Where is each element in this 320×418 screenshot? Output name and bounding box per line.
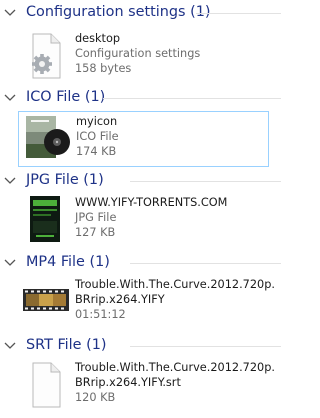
file-name: myicon bbox=[76, 115, 118, 128]
file-size: 127 KB bbox=[75, 226, 116, 239]
chevron-down-icon[interactable] bbox=[4, 92, 16, 102]
file-item-yify-torrents[interactable]: WWW.YIFY-TORRENTS.COM JPG File 127 KB bbox=[18, 193, 269, 247]
file-duration: 01:51:12 bbox=[75, 308, 126, 321]
group-header-configuration-settings[interactable]: Configuration settings (1) bbox=[0, 3, 289, 23]
group-title: ICO File (1) bbox=[26, 89, 106, 105]
file-name-line-2: BRrip.x264.YIFY bbox=[75, 293, 165, 306]
file-type: Configuration settings bbox=[75, 47, 201, 60]
group-divider bbox=[196, 13, 281, 14]
settings-file-icon bbox=[32, 33, 61, 79]
file-size: 120 KB bbox=[75, 391, 116, 404]
image-thumbnail bbox=[26, 116, 70, 158]
group-divider bbox=[130, 181, 281, 182]
file-item-srt-subtitle[interactable]: Trouble.With.The.Curve.2012.720p. BRrip.… bbox=[18, 358, 275, 412]
file-size: 174 KB bbox=[76, 145, 117, 158]
video-thumbnail bbox=[23, 289, 69, 311]
file-name-line-1: Trouble.With.The.Curve.2012.720p. bbox=[75, 278, 275, 291]
group-title: JPG File (1) bbox=[26, 172, 104, 188]
file-item-desktop[interactable]: desktop Configuration settings 158 bytes bbox=[18, 29, 269, 83]
group-header-ico-file[interactable]: ICO File (1) bbox=[0, 88, 289, 108]
group-header-mp4-file[interactable]: MP4 File (1) bbox=[0, 253, 289, 273]
file-item-myicon[interactable]: myicon ICO File 174 KB bbox=[18, 111, 269, 167]
chevron-down-icon[interactable] bbox=[4, 175, 16, 185]
chevron-down-icon[interactable] bbox=[4, 340, 16, 350]
group-header-jpg-file[interactable]: JPG File (1) bbox=[0, 171, 289, 191]
group-divider bbox=[130, 346, 281, 347]
group-title: Configuration settings (1) bbox=[26, 4, 211, 20]
file-type: JPG File bbox=[75, 211, 117, 224]
group-divider bbox=[103, 98, 281, 99]
group-title: MP4 File (1) bbox=[26, 254, 110, 270]
image-thumbnail bbox=[30, 196, 60, 242]
file-name-line-1: Trouble.With.The.Curve.2012.720p. bbox=[75, 361, 275, 374]
file-name: desktop bbox=[75, 32, 121, 45]
group-divider bbox=[130, 263, 281, 264]
file-size: 158 bytes bbox=[75, 62, 132, 75]
chevron-down-icon[interactable] bbox=[4, 257, 16, 267]
file-name-line-2: BRrip.x264.YIFY.srt bbox=[75, 376, 181, 389]
file-type: ICO File bbox=[76, 130, 119, 143]
group-header-srt-file[interactable]: SRT File (1) bbox=[0, 336, 289, 356]
file-name: WWW.YIFY-TORRENTS.COM bbox=[75, 196, 228, 209]
blank-document-icon bbox=[32, 362, 61, 408]
chevron-down-icon[interactable] bbox=[4, 7, 16, 17]
group-title: SRT File (1) bbox=[26, 337, 107, 353]
file-item-mp4-video[interactable]: Trouble.With.The.Curve.2012.720p. BRrip.… bbox=[18, 275, 275, 329]
